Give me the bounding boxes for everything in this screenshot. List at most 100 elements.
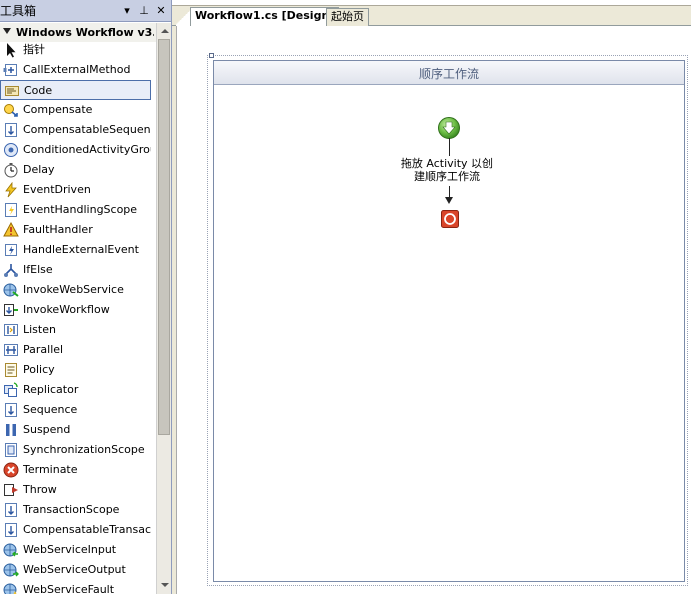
toolbox-item[interactable]: 指针: [0, 40, 152, 60]
document-area: Workflow1.cs [Design] 起始页 顺序工作流 拖放 Activ…: [172, 0, 691, 594]
terminate-icon: [3, 462, 19, 478]
toolbox-item-label: ConditionedActivityGroup: [23, 143, 151, 156]
toolbox-item[interactable]: FaultHandler: [0, 220, 152, 240]
toolbox-item-label: Parallel: [23, 343, 64, 356]
listen-icon: [4, 324, 18, 336]
toolbox-item[interactable]: EventDriven: [0, 180, 152, 200]
toolbox-item[interactable]: HandleExternalEvent: [0, 240, 152, 260]
policy-icon: [5, 363, 17, 377]
toolbox-item-label: Sequence: [23, 403, 78, 416]
toolbox-item[interactable]: WebServiceFault: [0, 580, 152, 594]
sequence-header: 顺序工作流: [214, 61, 684, 85]
toolbox-item[interactable]: Listen: [0, 320, 152, 340]
compensatable-sequence-icon: [5, 123, 17, 137]
document-tab-bar: Workflow1.cs [Design] 起始页: [172, 6, 691, 26]
toolbox-item[interactable]: IfElse: [0, 260, 152, 280]
toolbox-item-label: InvokeWebService: [23, 283, 124, 296]
toolbox-item[interactable]: CallExternalMethod: [0, 60, 152, 80]
synchronization-scope-icon: [5, 443, 17, 457]
pointer-icon: [7, 43, 16, 58]
toolbox-item[interactable]: WebServiceInput: [0, 540, 152, 560]
toolbox-item[interactable]: Code: [0, 80, 151, 100]
drop-activity-hint[interactable]: 拖放 Activity 以创 建顺序工作流: [372, 157, 522, 183]
toolbox-item-label: Throw: [23, 483, 57, 496]
toolbox-item[interactable]: EventHandlingScope: [0, 200, 152, 220]
toolbox-item-label: Policy: [23, 363, 55, 376]
toolbox-item-label: IfElse: [23, 263, 53, 276]
toolbox-item-label: Code: [24, 84, 53, 97]
scroll-down-arrow-icon[interactable]: [157, 578, 171, 593]
toolbox-item-label: Replicator: [23, 383, 79, 396]
toolbox-item-label: Suspend: [23, 423, 71, 436]
toolbox-item-label: CallExternalMethod: [23, 63, 131, 76]
toolbox-item[interactable]: InvokeWorkflow: [0, 300, 152, 320]
toolbox-item[interactable]: Throw: [0, 480, 152, 500]
toolbox-item[interactable]: Sequence: [0, 400, 152, 420]
toolbox-panel: 工具箱 ▾ ⊥ ✕ Windows Workflow v3... 指针 CallE…: [0, 0, 172, 594]
toolbox-item[interactable]: Replicator: [0, 380, 152, 400]
handle-external-event-icon: [5, 244, 17, 256]
invoke-workflow-icon: [4, 304, 18, 316]
toolbox-item-label: CompensatableSequence: [23, 123, 151, 136]
toolbox-item[interactable]: Policy: [0, 360, 152, 380]
workflow-designer-canvas[interactable]: 顺序工作流 拖放 Activity 以创 建顺序工作流: [176, 26, 691, 594]
toolbox-item[interactable]: Terminate: [0, 460, 152, 480]
toolbox-item[interactable]: ConditionedActivityGroup: [0, 140, 152, 160]
toolbox-item-label: WebServiceOutput: [23, 563, 126, 576]
web-service-output-icon: [3, 563, 19, 577]
toolbox-scrollbar[interactable]: [156, 23, 171, 594]
transaction-scope-icon: [5, 503, 17, 517]
toolbox-item-label: WebServiceInput: [23, 543, 117, 556]
toolbox-item[interactable]: Delay: [0, 160, 152, 180]
toolbox-item[interactable]: Suspend: [0, 420, 152, 440]
toolbox-item-label: CompensatableTransac...: [23, 523, 151, 536]
toolbox-title: 工具箱: [0, 4, 37, 18]
toolbox-item-label: EventDriven: [23, 183, 91, 196]
fault-handler-icon: [3, 222, 19, 237]
parallel-icon: [4, 344, 18, 356]
conditioned-activity-group-icon: [4, 143, 18, 157]
connector-line: [449, 138, 450, 156]
toolbox-item-label: EventHandlingScope: [23, 203, 138, 216]
toolbox-item[interactable]: Compensate: [0, 100, 152, 120]
replicator-icon: [4, 382, 18, 397]
call-external-method-icon: [3, 64, 17, 76]
drop-hint-line-2: 建顺序工作流: [414, 170, 480, 183]
scroll-up-arrow-icon[interactable]: [157, 23, 171, 38]
collapse-arrow-icon[interactable]: [3, 28, 11, 34]
toolbox-item[interactable]: SynchronizationScope: [0, 440, 152, 460]
toolbox-item[interactable]: WebServiceOutput: [0, 560, 152, 580]
web-service-input-icon: [3, 543, 18, 557]
toolbox-item-label: Listen: [23, 323, 56, 336]
toolbox-item-label: InvokeWorkflow: [23, 303, 110, 316]
event-driven-icon: [5, 182, 17, 198]
sequence-icon: [5, 403, 17, 417]
toolbox-header: 工具箱 ▾ ⊥ ✕: [0, 0, 171, 22]
workflow-end-icon: [441, 210, 459, 228]
window-position-dropdown-icon[interactable]: ▾: [120, 4, 134, 18]
sequence-title: 顺序工作流: [418, 67, 479, 81]
autohide-pin-icon[interactable]: ⊥: [137, 4, 151, 18]
web-service-fault-icon: [3, 583, 17, 594]
scroll-thumb[interactable]: [158, 39, 170, 435]
toolbox-item-label: FaultHandler: [23, 223, 93, 236]
toolbox-item[interactable]: InvokeWebService: [0, 280, 152, 300]
drop-hint-line-1: 拖放 Activity 以创: [400, 157, 494, 170]
event-handling-scope-icon: [5, 203, 17, 217]
toolbox-item-label: TransactionScope: [23, 503, 120, 516]
toolbox-item[interactable]: CompensatableSequence: [0, 120, 152, 140]
toolbox-item[interactable]: Parallel: [0, 340, 152, 360]
toolbox-item[interactable]: TransactionScope: [0, 500, 152, 520]
suspend-icon: [6, 424, 16, 436]
toolbox-item[interactable]: CompensatableTransac...: [0, 520, 152, 540]
toolbox-item-label: 指针: [23, 43, 45, 56]
toolbox-item-label: Compensate: [23, 103, 93, 116]
toolbox-group-title: Windows Workflow v3...: [16, 26, 154, 39]
toolbox-item-label: SynchronizationScope: [23, 443, 145, 456]
close-icon[interactable]: ✕: [154, 4, 168, 18]
tab-workflow-design[interactable]: Workflow1.cs [Design]: [190, 7, 340, 26]
selection-handle[interactable]: [209, 53, 214, 58]
connector-arrow-head-icon: [445, 197, 453, 204]
tab-start-page[interactable]: 起始页: [326, 8, 369, 26]
delay-icon: [4, 163, 18, 178]
